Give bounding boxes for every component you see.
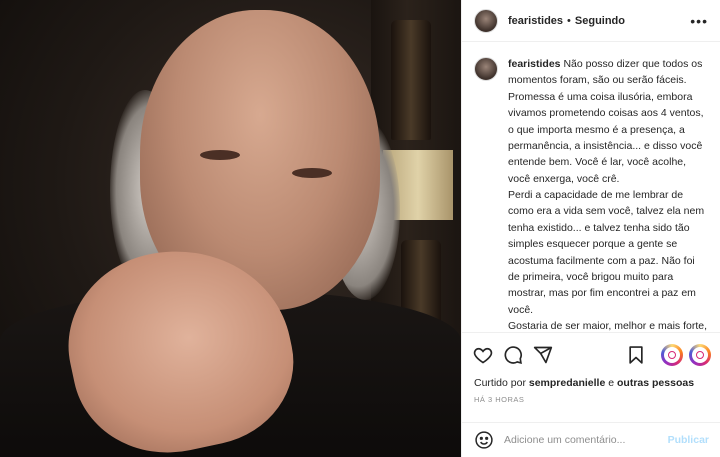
post-sidebar: fearistides • Seguindo ••• fearistides N… [461, 0, 720, 457]
post-actions-section: Curtido por sempredanielle e outras pess… [462, 332, 720, 404]
likes-line: Curtido por sempredanielle e outras pess… [462, 377, 720, 389]
username-link[interactable]: fearistides [508, 15, 563, 27]
share-icon[interactable] [532, 344, 554, 366]
post-photo[interactable] [0, 0, 461, 457]
comment-icon[interactable] [502, 344, 524, 366]
caption-text: fearistides Não posso dizer que todos os… [508, 56, 709, 332]
post-timestamp[interactable]: HÁ 3 HORAS [462, 389, 720, 404]
person-eye [200, 150, 240, 160]
caption-username[interactable]: fearistides [508, 58, 561, 70]
caption-paragraph: Perdi a capacidade de me lembrar de como… [508, 189, 705, 316]
caption-paragraph: Gostaria de ser maior, melhor e mais for… [508, 320, 707, 332]
bookmark-icon[interactable] [625, 344, 647, 366]
likes-prefix: Curtido por [474, 377, 529, 389]
caption: fearistides Não posso dizer que todos os… [462, 42, 720, 332]
instagram-badge-icon[interactable] [661, 344, 683, 366]
person-eye [292, 168, 332, 178]
publish-button[interactable]: Publicar [668, 434, 709, 446]
avatar[interactable] [474, 8, 498, 33]
separator-dot: • [567, 14, 571, 27]
comment-input[interactable]: Adicione um comentário... [504, 434, 625, 446]
liked-by-user-link[interactable]: sempredanielle [529, 377, 605, 389]
comment-bar: Adicione um comentário... Publicar [462, 422, 720, 457]
post-header: fearistides • Seguindo ••• [462, 0, 720, 42]
emoji-icon[interactable] [474, 430, 494, 450]
likes-middle: e [605, 377, 617, 389]
caption-paragraph: Não posso dizer que todos os momentos fo… [508, 58, 704, 185]
background-bottle [391, 20, 431, 140]
more-options-icon[interactable]: ••• [690, 13, 708, 29]
caption-avatar[interactable] [474, 57, 498, 81]
action-bar [462, 333, 720, 377]
heart-icon[interactable] [472, 344, 494, 366]
following-button[interactable]: Seguindo [575, 15, 625, 27]
action-bar-right [625, 344, 711, 366]
instagram-badge-icon[interactable] [689, 344, 711, 366]
other-likers-link[interactable]: outras pessoas [617, 377, 694, 389]
